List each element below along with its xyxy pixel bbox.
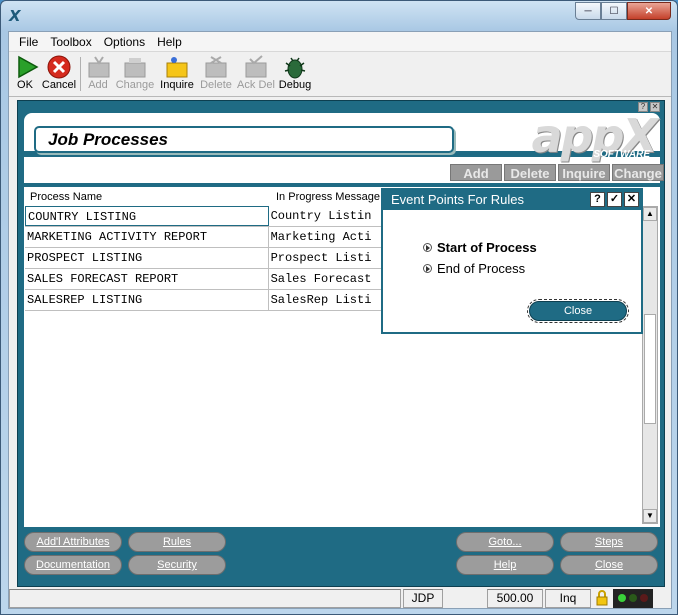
inquire-label: Inquire — [160, 79, 194, 91]
close-button[interactable]: Close — [560, 555, 658, 575]
add-button[interactable]: Add — [85, 55, 111, 95]
steps-button[interactable]: Steps — [560, 532, 658, 552]
change-button[interactable]: Change — [115, 55, 155, 95]
change-label: Change — [115, 79, 155, 91]
delete-icon — [202, 55, 230, 79]
scroll-up-icon[interactable]: ▲ — [643, 207, 657, 221]
process-name-cell[interactable]: SALES FORECAST REPORT — [25, 269, 269, 289]
status-mode: Inq — [545, 589, 591, 608]
main-window: X ─ ☐ ✕ File Toolbox Options Help OK Can… — [0, 0, 678, 615]
menu-toolbox[interactable]: Toolbox — [44, 35, 97, 49]
goto-button[interactable]: Goto... — [456, 532, 554, 552]
add-label: Add — [88, 79, 108, 91]
scrollbar-thumb[interactable] — [644, 314, 656, 424]
mode-tabs: Add Delete Inquire Change — [450, 164, 664, 181]
action-buttons: Add'l Attributes Rules Documentation Sec… — [18, 531, 664, 586]
lock-icon — [593, 589, 611, 608]
process-name-cell[interactable]: MARKETING ACTIVITY REPORT — [25, 227, 269, 247]
status-version: 500.00 — [487, 589, 543, 608]
scroll-down-icon[interactable]: ▼ — [643, 509, 657, 523]
rules-button[interactable]: Rules — [128, 532, 226, 552]
inquire-button[interactable]: Inquire — [159, 55, 195, 95]
app-x-icon: X — [9, 7, 21, 25]
process-name-cell[interactable]: COUNTRY LISTING — [25, 206, 269, 226]
window-controls: ─ ☐ ✕ — [575, 2, 671, 20]
tab-add[interactable]: Add — [450, 164, 502, 181]
green-arrow-icon — [13, 55, 41, 79]
status-message — [9, 589, 401, 608]
add-icon — [85, 55, 113, 79]
column-header-in-progress-message[interactable]: In Progress Message — [276, 191, 380, 203]
bug-icon — [281, 55, 309, 79]
minimize-button[interactable]: ─ — [575, 2, 601, 20]
menu-options[interactable]: Options — [98, 35, 151, 49]
title-box: Job Processes — [34, 126, 454, 153]
status-lights-icon — [613, 589, 653, 608]
ok-button[interactable]: OK — [13, 55, 39, 95]
debug-label: Debug — [278, 79, 312, 91]
process-name-cell[interactable]: PROSPECT LISTING — [25, 248, 269, 268]
change-icon — [121, 55, 149, 79]
process-name-cell[interactable]: SALESREP LISTING — [25, 290, 269, 310]
option-arrow-icon — [423, 264, 432, 273]
delete-label: Delete — [200, 79, 232, 91]
ok-label: OK — [17, 79, 33, 91]
documentation-button[interactable]: Documentation — [24, 555, 122, 575]
page-title: Job Processes — [48, 130, 169, 149]
menu-file[interactable]: File — [13, 35, 44, 49]
column-header-process-name[interactable]: Process Name — [30, 191, 102, 203]
client-area: File Toolbox Options Help OK Cancel Add … — [8, 31, 672, 609]
job-processes-panel: ? ✕ Job Processes appX SOFTWARE Add Dele… — [17, 100, 665, 587]
maximize-button[interactable]: ☐ — [601, 2, 627, 20]
option-start-of-process[interactable]: Start of Process — [423, 240, 537, 255]
tab-change[interactable]: Change — [612, 164, 664, 181]
event-points-dialog: Event Points For Rules ? ✓ ✕ Start of Pr… — [381, 188, 643, 334]
addl-attributes-button[interactable]: Add'l Attributes — [24, 532, 122, 552]
dialog-close-icon[interactable]: ✕ — [624, 192, 639, 207]
dialog-close-button[interactable]: Close — [527, 299, 629, 323]
option-end-of-process[interactable]: End of Process — [423, 261, 525, 276]
menu-bar: File Toolbox Options Help — [9, 32, 671, 52]
menu-help[interactable]: Help — [151, 35, 188, 49]
help-button[interactable]: Help — [456, 555, 554, 575]
option-start-label: Start of Process — [437, 240, 537, 255]
debug-button[interactable]: Debug — [277, 55, 313, 95]
tab-inquire[interactable]: Inquire — [558, 164, 610, 181]
ack-del-label: Ack Del — [237, 79, 275, 91]
option-arrow-icon — [423, 243, 432, 252]
toolbar-separator — [80, 57, 81, 91]
dialog-help-icon[interactable]: ? — [590, 192, 605, 207]
status-bar: JDP 500.00 Inq — [9, 589, 671, 608]
cancel-label: Cancel — [41, 79, 77, 91]
delete-button[interactable]: Delete — [199, 55, 233, 95]
option-end-label: End of Process — [437, 261, 526, 276]
security-button[interactable]: Security — [128, 555, 226, 575]
dialog-ok-icon[interactable]: ✓ — [607, 192, 622, 207]
red-x-icon — [45, 55, 73, 79]
toolbar: OK Cancel Add Change Inquire Delete Ack … — [9, 53, 671, 97]
logo-subtitle: SOFTWARE — [593, 149, 650, 160]
tab-delete[interactable]: Delete — [504, 164, 556, 181]
vertical-scrollbar[interactable]: ▲ ▼ — [642, 206, 658, 524]
ack-del-icon — [242, 55, 270, 79]
status-spacer — [445, 589, 485, 608]
close-window-button[interactable]: ✕ — [627, 2, 671, 20]
ack-del-button[interactable]: Ack Del — [237, 55, 275, 95]
cancel-button[interactable]: Cancel — [41, 55, 77, 95]
dialog-controls: ? ✓ ✕ — [590, 192, 639, 207]
status-user: JDP — [403, 589, 443, 608]
folder-icon — [163, 55, 191, 79]
title-bar[interactable]: X ─ ☐ ✕ — [1, 1, 677, 31]
